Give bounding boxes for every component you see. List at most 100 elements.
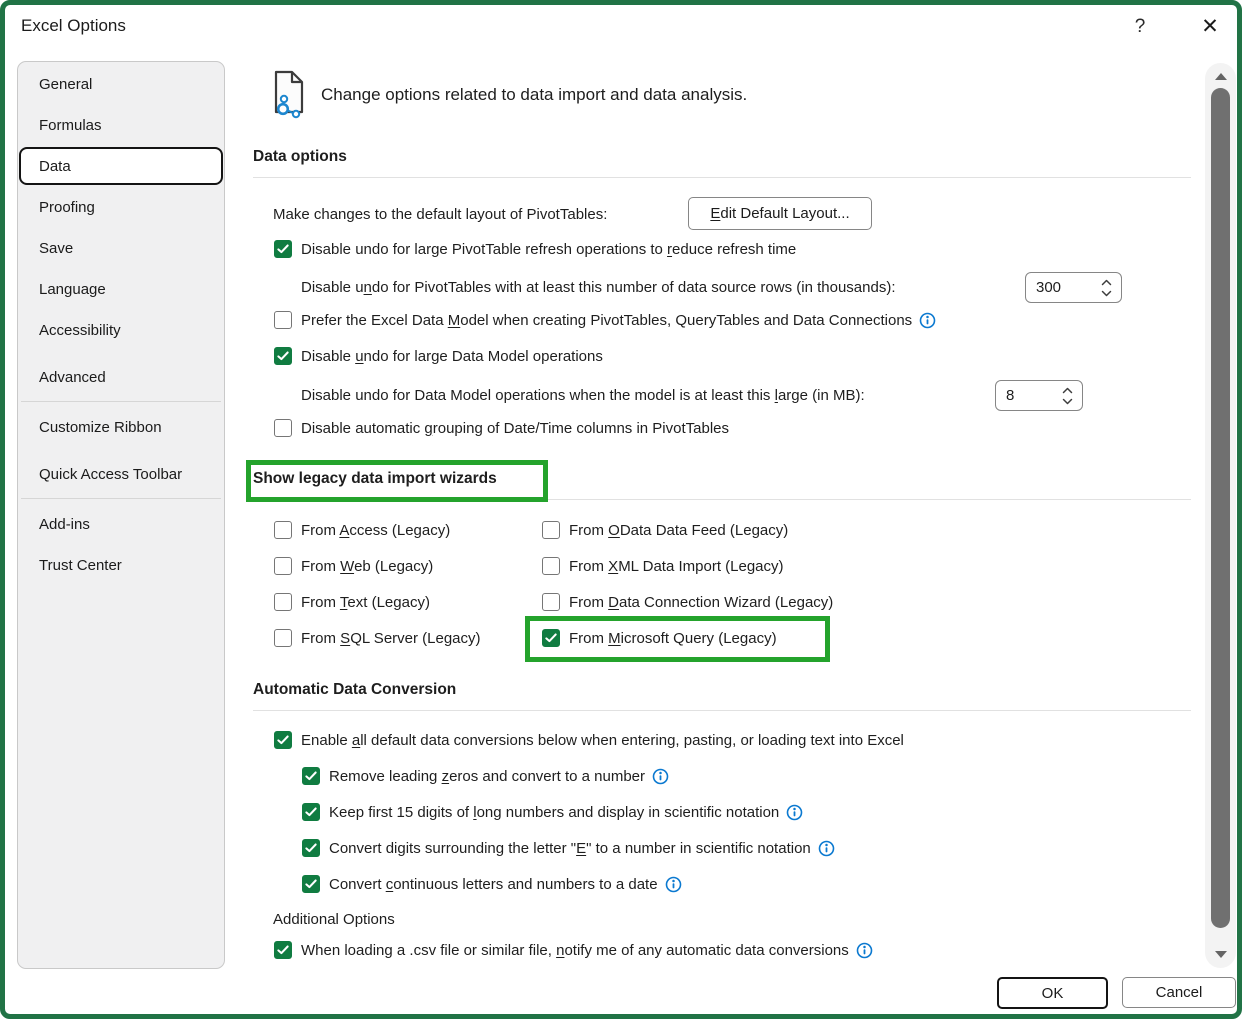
spinner-value[interactable]: 8 (1006, 387, 1014, 404)
sidebar-item-customize-ribbon[interactable]: Customize Ribbon (19, 408, 223, 446)
checkbox-label: From Data Connection Wizard (Legacy) (569, 594, 833, 611)
category-sidebar: General Formulas Data Proofing Save Lang… (17, 61, 225, 969)
sidebar-item-label: Advanced (39, 369, 106, 386)
checkbox[interactable] (302, 803, 320, 821)
checkbox[interactable] (274, 941, 292, 959)
checkbox[interactable] (274, 731, 292, 749)
checkbox-label: From OData Data Feed (Legacy) (569, 522, 788, 539)
sidebar-item-label: General (39, 76, 92, 93)
spin-up-icon[interactable] (1062, 387, 1073, 394)
sidebar-item-label: Quick Access Toolbar (39, 466, 182, 483)
sidebar-divider (21, 401, 221, 402)
spin-down-icon[interactable] (1101, 290, 1112, 297)
enable-all-conversions-row: Enable all default data conversions belo… (274, 729, 904, 751)
checkbox-label: Remove leading zeros and convert to a nu… (329, 768, 645, 785)
keep-digits-row: Keep first 15 digits of long numbers and… (302, 801, 803, 823)
checkbox[interactable] (274, 240, 292, 258)
pivot-rows-threshold-spinner[interactable]: 300 (1025, 272, 1122, 303)
page-description: Change options related to data import an… (321, 85, 747, 105)
help-icon[interactable]: ? (1127, 13, 1153, 41)
sidebar-item-trust-center[interactable]: Trust Center (19, 546, 223, 584)
disable-auto-grouping-row: Disable automatic grouping of Date/Time … (274, 417, 729, 439)
section-title-auto-conversion: Automatic Data Conversion (253, 681, 456, 699)
dialog-title: Excel Options (21, 16, 126, 36)
from-text-row: From Text (Legacy) (274, 591, 430, 613)
remove-zeros-row: Remove leading zeros and convert to a nu… (302, 765, 669, 787)
checkbox-label: Disable undo for large Data Model operat… (301, 348, 603, 365)
checkbox-label: Disable automatic grouping of Date/Time … (301, 420, 729, 437)
sidebar-item-add-ins[interactable]: Add-ins (19, 505, 223, 543)
checkbox[interactable] (542, 629, 560, 647)
checkbox[interactable] (274, 311, 292, 329)
checkbox[interactable] (542, 521, 560, 539)
scrollbar[interactable] (1205, 63, 1236, 968)
ok-button[interactable]: OK (997, 977, 1108, 1009)
checkbox[interactable] (302, 767, 320, 785)
sidebar-item-data[interactable]: Data (19, 147, 223, 185)
checkbox-label: Disable undo for large PivotTable refres… (301, 241, 796, 258)
excel-options-dialog: Excel Options ? ✕ General Formulas Data … (0, 0, 1242, 1019)
data-model-threshold-spinner[interactable]: 8 (995, 380, 1083, 411)
sidebar-divider (21, 498, 221, 499)
checkbox[interactable] (274, 557, 292, 575)
spin-up-icon[interactable] (1101, 279, 1112, 286)
scroll-down-icon[interactable] (1205, 950, 1236, 959)
scrollbar-thumb[interactable] (1211, 88, 1230, 928)
checkbox-label: Convert continuous letters and numbers t… (329, 876, 658, 893)
checkbox-label: Convert digits surrounding the letter "E… (329, 840, 811, 857)
sidebar-item-label: Save (39, 240, 73, 257)
checkbox-label: From Text (Legacy) (301, 594, 430, 611)
spin-down-icon[interactable] (1062, 398, 1073, 405)
checkbox[interactable] (542, 557, 560, 575)
data-import-icon (269, 69, 309, 124)
prefer-data-model-row: Prefer the Excel Data Model when creatin… (274, 309, 936, 331)
section-title-legacy-wizards: Show legacy data import wizards (253, 470, 497, 488)
sidebar-item-label: Formulas (39, 117, 102, 134)
sidebar-item-label: Customize Ribbon (39, 419, 162, 436)
checkbox[interactable] (302, 875, 320, 893)
convert-e-row: Convert digits surrounding the letter "E… (302, 837, 835, 859)
checkbox-label: From SQL Server (Legacy) (301, 630, 481, 647)
close-icon[interactable]: ✕ (1195, 11, 1225, 41)
disable-undo-data-model-row: Disable undo for large Data Model operat… (274, 345, 603, 367)
scroll-up-icon[interactable] (1205, 72, 1236, 81)
pivot-layout-label-row: Make changes to the default layout of Pi… (273, 203, 607, 225)
checkbox[interactable] (542, 593, 560, 611)
sidebar-item-save[interactable]: Save (19, 229, 223, 267)
cancel-button[interactable]: Cancel (1122, 977, 1236, 1008)
info-icon[interactable] (856, 942, 873, 959)
info-icon[interactable] (818, 840, 835, 857)
info-icon[interactable] (652, 768, 669, 785)
sidebar-item-general[interactable]: General (19, 65, 223, 103)
edit-default-layout-button[interactable]: Edit Default Layout... (688, 197, 872, 230)
sidebar-item-accessibility[interactable]: Accessibility (19, 311, 223, 349)
checkbox-label: When loading a .csv file or similar file… (301, 942, 849, 959)
info-icon[interactable] (786, 804, 803, 821)
from-sql-server-row: From SQL Server (Legacy) (274, 627, 481, 649)
section-divider (253, 177, 1191, 178)
threshold-label: Disable undo for PivotTables with at lea… (301, 279, 895, 296)
sidebar-item-proofing[interactable]: Proofing (19, 188, 223, 226)
checkbox-label: Enable all default data conversions belo… (301, 732, 904, 749)
checkbox[interactable] (274, 629, 292, 647)
checkbox[interactable] (274, 419, 292, 437)
sidebar-item-label: Proofing (39, 199, 95, 216)
sidebar-item-quick-access-toolbar[interactable]: Quick Access Toolbar (19, 455, 223, 493)
checkbox[interactable] (274, 347, 292, 365)
section-divider (253, 710, 1191, 711)
from-access-row: From Access (Legacy) (274, 519, 450, 541)
checkbox-label: From XML Data Import (Legacy) (569, 558, 784, 575)
checkbox[interactable] (274, 521, 292, 539)
from-microsoft-query-row: From Microsoft Query (Legacy) (542, 627, 777, 649)
sidebar-item-language[interactable]: Language (19, 270, 223, 308)
checkbox[interactable] (302, 839, 320, 857)
sidebar-item-formulas[interactable]: Formulas (19, 106, 223, 144)
sidebar-item-advanced[interactable]: Advanced (19, 358, 223, 396)
pivot-rows-threshold-label-row: Disable undo for PivotTables with at lea… (301, 276, 895, 298)
checkbox-label: Keep first 15 digits of long numbers and… (329, 804, 779, 821)
convert-continuous-row: Convert continuous letters and numbers t… (302, 873, 682, 895)
spinner-value[interactable]: 300 (1036, 279, 1061, 296)
checkbox[interactable] (274, 593, 292, 611)
info-icon[interactable] (919, 312, 936, 329)
info-icon[interactable] (665, 876, 682, 893)
